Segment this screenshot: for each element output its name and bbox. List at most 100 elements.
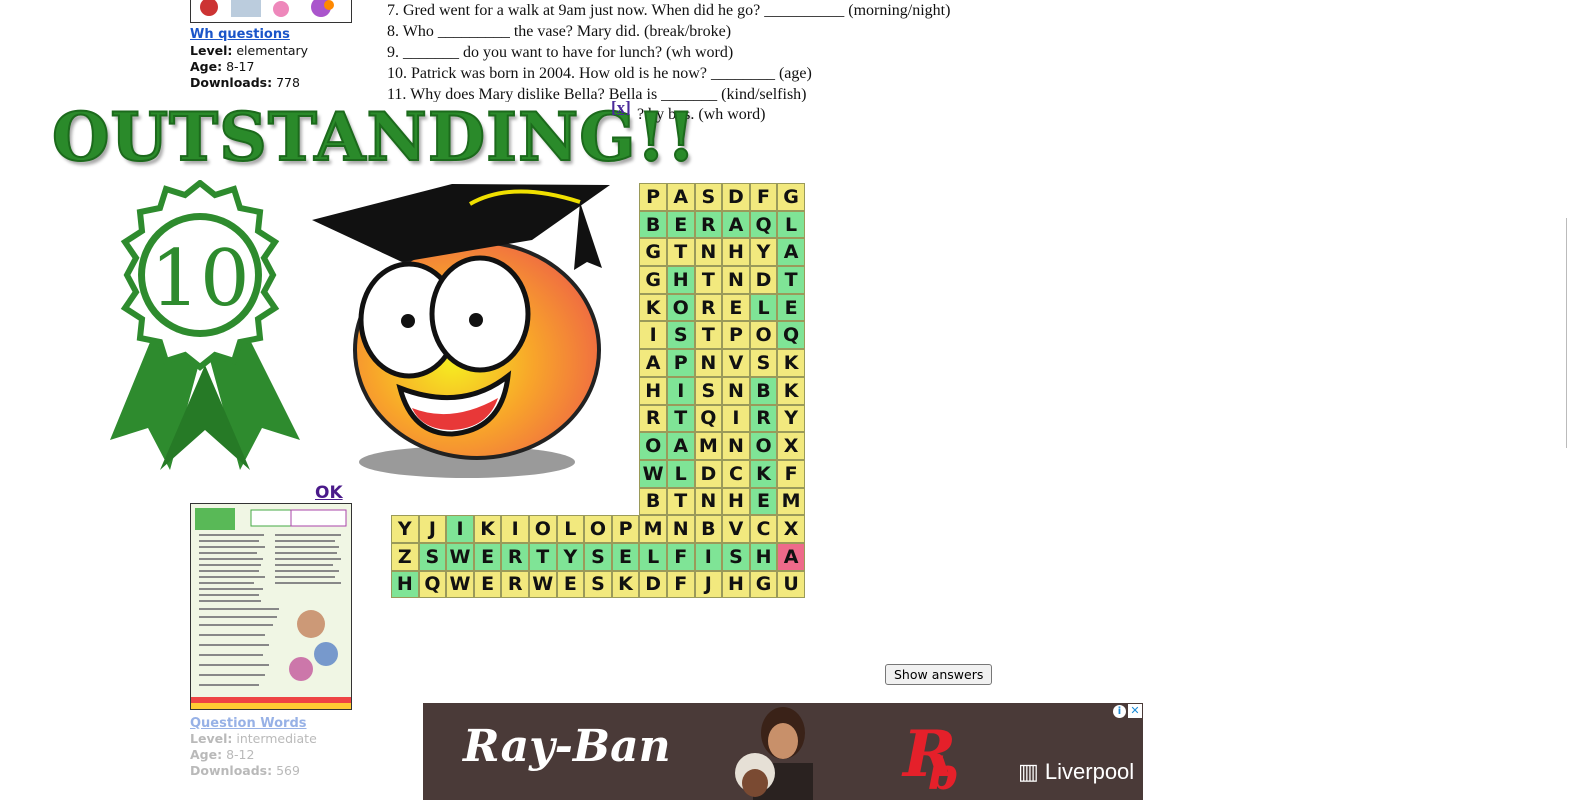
grid-cell: D — [639, 570, 667, 599]
grid-cell — [584, 488, 612, 516]
age-label-bottom: Age: — [190, 747, 223, 762]
questions-list: 7. Gred went for a walk at 9am just now.… — [387, 0, 950, 102]
grid-cell: N — [694, 349, 723, 377]
grid-cell: D — [694, 459, 723, 488]
grid-cell — [501, 488, 529, 516]
ad-banner[interactable]: Ray-Ban R b ▥ Liverpool i ✕ — [423, 703, 1143, 800]
grid-cell: Q — [418, 570, 447, 599]
grid-cell: P — [639, 183, 667, 211]
level-label-bottom: Level: — [190, 731, 233, 746]
grid-cell: L — [556, 515, 585, 543]
grid-cell: E — [722, 293, 750, 322]
grid-cell: H — [722, 487, 750, 516]
level-value-bottom: intermediate — [236, 731, 317, 746]
grid-cell: H — [722, 570, 750, 599]
grid-cell: R — [639, 404, 667, 433]
question-9: 9. _______ do you want to have for lunch… — [387, 44, 734, 61]
grid-cell: B — [694, 515, 723, 543]
grid-cell: A — [639, 349, 667, 377]
grid-cell: S — [694, 183, 723, 211]
liverpool-text: Liverpool — [1044, 759, 1135, 784]
badge-number: 10 — [150, 234, 249, 324]
downloads-value-bottom: 569 — [276, 763, 300, 778]
grid-cell: H — [391, 570, 419, 599]
grid-cell: W — [528, 570, 557, 599]
grid-cell: D — [722, 183, 750, 211]
grid-cell: N — [694, 238, 723, 267]
grid-cell: E — [473, 570, 502, 599]
grid-cell: I — [694, 542, 723, 571]
show-answers-button[interactable]: Show answers — [885, 664, 993, 685]
grid-cell: G — [639, 266, 667, 294]
age-value: 8-17 — [226, 59, 255, 74]
grid-cell: M — [694, 432, 723, 460]
grid-cell — [612, 349, 640, 377]
grid-cell: B — [749, 376, 778, 405]
worksheet-link-question-words[interactable]: Question Words — [190, 716, 307, 731]
grid-cell: P — [666, 349, 695, 377]
grid-cell: T — [528, 542, 557, 571]
page-edge-line — [1566, 218, 1567, 448]
grid-cell — [612, 321, 640, 349]
worksheet-thumbnail-top[interactable] — [190, 0, 352, 23]
grid-cell: N — [666, 515, 695, 543]
worksheet-preview-image — [191, 504, 351, 709]
grid-cell: T — [666, 404, 695, 433]
grid-cell: L — [749, 293, 778, 322]
grid-cell: S — [418, 542, 447, 571]
downloads-label: Downloads: — [190, 75, 273, 90]
grid-cell: Q — [749, 210, 778, 239]
grid-cell: A — [666, 432, 695, 460]
graduate-smiley-icon — [312, 184, 610, 478]
grid-cell — [612, 238, 640, 266]
grid-cell — [612, 294, 640, 322]
close-popup-link[interactable]: [x] — [611, 98, 631, 118]
grid-cell: I — [501, 515, 529, 543]
grid-cell: L — [777, 210, 805, 239]
ok-link[interactable]: OK — [315, 483, 343, 503]
grid-cell: K — [777, 376, 805, 405]
grid-cell — [612, 211, 640, 239]
grid-cell: X — [777, 515, 805, 543]
downloads-label-bottom: Downloads: — [190, 763, 273, 778]
grid-cell — [612, 488, 640, 516]
grid-cell: Y — [749, 238, 778, 267]
grid-cell: A — [777, 542, 805, 571]
grid-cell: A — [666, 183, 695, 211]
grid-cell: R — [501, 542, 529, 571]
grid-cell: O — [584, 515, 612, 543]
grid-cell: R — [694, 293, 723, 322]
info-icon[interactable]: i — [1113, 705, 1126, 718]
award-ribbon-icon: 10 — [110, 180, 300, 470]
grid-cell — [419, 488, 447, 516]
grid-cell: G — [749, 570, 778, 599]
ad-models-image — [735, 707, 813, 800]
worksheet-link-wh-questions[interactable]: Wh questions — [190, 27, 290, 42]
grid-cell: Y — [391, 515, 419, 543]
grid-cell: O — [666, 293, 695, 322]
grid-cell: J — [418, 515, 447, 543]
question-10: 10. Patrick was born in 2004. How old is… — [387, 65, 812, 82]
grid-cell: U — [777, 570, 805, 599]
grid-cell: T — [666, 238, 695, 267]
grid-cell: W — [446, 570, 474, 599]
grid-cell: R — [501, 570, 529, 599]
grid-cell: H — [722, 238, 750, 267]
downloads-value: 778 — [276, 75, 300, 90]
liverpool-logo: ▥ Liverpool — [1018, 759, 1135, 784]
grid-cell: L — [639, 542, 667, 571]
grid-cell: E — [666, 210, 695, 239]
worksheet-thumbnail-bottom[interactable] — [190, 503, 352, 710]
grid-cell: Y — [556, 542, 585, 571]
grid-cell: H — [749, 542, 778, 571]
grid-cell: M — [639, 515, 667, 543]
grid-cell: S — [584, 570, 612, 599]
worksheet-meta-top: Level: elementary Age: 8-17 Downloads: 7… — [190, 43, 308, 91]
grid-cell: P — [611, 515, 640, 543]
grid-cell: I — [446, 515, 474, 543]
grid-cell: T — [777, 266, 805, 294]
grid-cell: C — [749, 515, 778, 543]
close-icon[interactable]: ✕ — [1128, 704, 1142, 718]
grid-cell — [557, 488, 585, 516]
grid-cell: K — [639, 293, 667, 322]
